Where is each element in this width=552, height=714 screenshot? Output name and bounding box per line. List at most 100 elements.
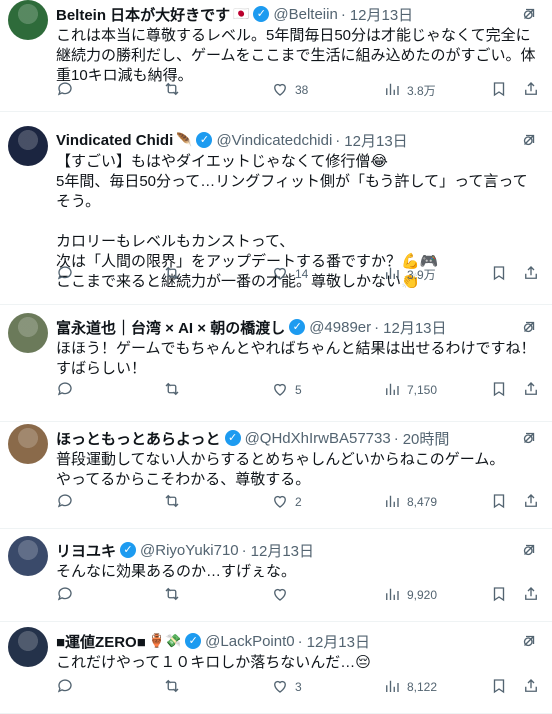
reply-button[interactable] (56, 492, 80, 513)
display-name[interactable]: 富永道也｜台湾 × AI × 朝の橋渡し (56, 317, 285, 337)
reply-icon (56, 677, 74, 698)
tweet[interactable]: Beltein 日本が大好きです 🇯🇵 ✓ @Belteiin · 12月13日 これは本当… (0, 0, 552, 112)
like-button[interactable]: 2 (271, 492, 302, 513)
tweet-header: 富永道也｜台湾 × AI × 朝の橋渡し ✓ @4989er · 12月13日 (56, 317, 540, 337)
grok-icon[interactable] (520, 318, 538, 336)
grok-icon[interactable] (520, 541, 538, 559)
grok-icon[interactable] (520, 131, 538, 149)
user-handle[interactable]: @RiyoYuki710 (140, 542, 239, 559)
share-button[interactable] (522, 80, 540, 101)
tweet-actions: 14 3.9万 (56, 264, 540, 284)
verified-icon: ✓ (196, 132, 213, 148)
reply-button[interactable] (56, 585, 80, 606)
retweet-button[interactable] (163, 80, 187, 101)
tweet[interactable]: リヨユキ ✓ @RiyoYuki710 · 12月13日 そんなに効果あるのか…すげぇな。… (0, 529, 552, 622)
avatar[interactable] (8, 627, 48, 667)
tweet-header: ほっともっとあらよっと ✓ @QHdXhIrwBA57733 · 20時間 (56, 428, 540, 448)
user-handle[interactable]: @4989er (309, 319, 371, 336)
reply-button[interactable] (56, 264, 80, 285)
tweet-text: そんなに効果あるのか…すげぇな。 (56, 563, 297, 580)
retweet-button[interactable] (163, 585, 187, 606)
timestamp[interactable]: 12月13日 (344, 130, 407, 150)
views-button[interactable]: 8,122 (383, 677, 437, 698)
share-button[interactable] (522, 380, 540, 401)
name-emoji: 🏺💸 (148, 633, 182, 648)
reply-timeline: Beltein 日本が大好きです 🇯🇵 ✓ @Belteiin · 12月13日 これは本当… (0, 0, 552, 714)
timestamp[interactable]: 12月13日 (251, 540, 314, 560)
avatar[interactable] (8, 313, 48, 353)
bookmark-button[interactable] (490, 380, 508, 401)
tweet[interactable]: ほっともっとあらよっと ✓ @QHdXhIrwBA57733 · 20時間 普段運動してな… (0, 422, 552, 529)
views-button[interactable]: 9,920 (383, 585, 437, 606)
display-name[interactable]: ■運値ZERO■ (56, 631, 146, 651)
name-emoji: 🇯🇵 (233, 6, 250, 21)
grok-icon[interactable] (520, 632, 538, 650)
timestamp[interactable]: 12月13日 (383, 317, 446, 337)
retweet-button[interactable] (163, 264, 187, 285)
user-handle[interactable]: @Vindicatedchidi (216, 132, 332, 149)
retweet-button[interactable] (163, 492, 187, 513)
like-button[interactable]: 3 (271, 677, 302, 698)
tweet-text: ほほう！ゲームでもちゃんとやればちゃんと結果は出せるわけですね！すばらしい！ (56, 340, 536, 377)
tweet-header: リヨユキ ✓ @RiyoYuki710 · 12月13日 (56, 540, 540, 560)
share-button[interactable] (522, 585, 540, 606)
tweet-header: Beltein 日本が大好きです 🇯🇵 ✓ @Belteiin · 12月13日 (56, 4, 540, 24)
grok-icon[interactable] (520, 429, 538, 447)
tweet[interactable]: ■運値ZERO■ 🏺💸 ✓ @LackPoint0 · 12月13日 これだけやって１０キロ… (0, 622, 552, 714)
views-button[interactable]: 3.9万 (383, 264, 436, 285)
tweet[interactable]: Vindicated Chidi 🪶 ✓ @Vindicatedchidi · 12月13… (0, 112, 552, 305)
share-icon (522, 677, 540, 698)
display-name[interactable]: ほっともっとあらよっと (56, 428, 221, 448)
display-name[interactable]: Vindicated Chidi (56, 132, 173, 149)
avatar[interactable] (8, 424, 48, 464)
like-count: 38 (295, 83, 309, 97)
display-name[interactable]: リヨユキ (56, 540, 116, 560)
like-button[interactable]: 14 (271, 264, 308, 285)
share-button[interactable] (522, 677, 540, 698)
views-button[interactable]: 8,479 (383, 492, 437, 513)
avatar[interactable] (8, 536, 48, 576)
like-button[interactable]: 38 (271, 80, 308, 101)
tweet[interactable]: 富永道也｜台湾 × AI × 朝の橋渡し ✓ @4989er · 12月13日ほほう！ゲ… (0, 305, 552, 422)
share-button[interactable] (522, 492, 540, 513)
views-count: 3.8万 (407, 83, 436, 98)
tweet-header: ■運値ZERO■ 🏺💸 ✓ @LackPoint0 · 12月13日 (56, 631, 540, 651)
views-button[interactable]: 3.8万 (383, 80, 436, 101)
views-icon (383, 677, 401, 698)
reply-button[interactable] (56, 380, 80, 401)
timestamp[interactable]: 20時間 (403, 428, 450, 448)
reply-button[interactable] (56, 80, 80, 101)
display-name[interactable]: Beltein 日本が大好きです (56, 4, 230, 24)
bookmark-button[interactable] (490, 585, 508, 606)
share-button[interactable] (522, 264, 540, 285)
share-icon (522, 380, 540, 401)
name-emoji: 🪶 (176, 132, 193, 147)
views-icon (383, 380, 401, 401)
reply-button[interactable] (56, 677, 80, 698)
bookmark-button[interactable] (490, 264, 508, 285)
bookmark-button[interactable] (490, 677, 508, 698)
user-handle[interactable]: @QHdXhIrwBA57733 (245, 430, 391, 447)
grok-icon[interactable] (520, 5, 538, 23)
user-handle[interactable]: @Belteiin (273, 6, 337, 23)
like-button[interactable]: 5 (271, 380, 302, 401)
like-button[interactable] (271, 585, 295, 606)
retweet-button[interactable] (163, 380, 187, 401)
retweet-button[interactable] (163, 677, 187, 698)
views-button[interactable]: 7,150 (383, 380, 437, 401)
avatar[interactable] (8, 0, 48, 40)
bookmark-button[interactable] (490, 492, 508, 513)
user-handle[interactable]: @LackPoint0 (205, 633, 294, 650)
views-count: 8,479 (407, 495, 438, 509)
avatar[interactable] (8, 126, 48, 166)
timestamp[interactable]: 12月13日 (350, 4, 413, 24)
bookmark-button[interactable] (490, 80, 508, 101)
separator-dot: · (340, 5, 346, 23)
verified-icon: ✓ (120, 542, 137, 558)
retweet-icon (163, 380, 181, 401)
separator-dot: · (393, 429, 399, 447)
share-icon (522, 585, 540, 606)
reply-icon (56, 380, 74, 401)
timestamp[interactable]: 12月13日 (307, 631, 370, 651)
separator-dot: · (374, 318, 380, 336)
